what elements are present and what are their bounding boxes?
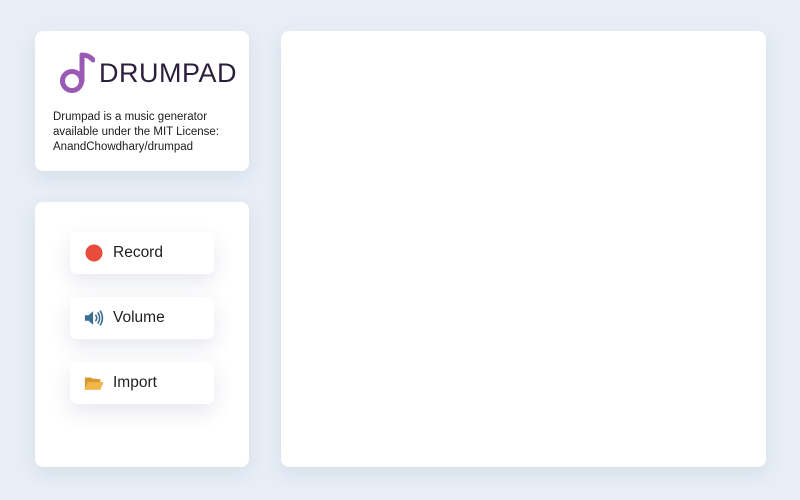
- logo: DRUMPAD: [57, 51, 237, 95]
- description-line: Drumpad is a music generator: [53, 111, 208, 123]
- description: Drumpad is a music generator available u…: [53, 110, 243, 155]
- volume-button[interactable]: Volume: [70, 297, 214, 339]
- open-folder-icon: [84, 373, 104, 393]
- speaker-icon: [84, 308, 104, 328]
- music-note-icon: [60, 52, 95, 93]
- description-line: available under the MIT License:: [53, 126, 219, 138]
- record-button[interactable]: Record: [70, 232, 214, 274]
- import-label: Import: [113, 374, 157, 391]
- repo-link[interactable]: AnandChowdhary/drumpad: [53, 140, 243, 155]
- record-label: Record: [113, 244, 163, 261]
- drumpad-panel[interactable]: [281, 31, 766, 467]
- controls-card: Record Volume Import: [35, 202, 249, 467]
- import-button[interactable]: Import: [70, 362, 214, 404]
- volume-label: Volume: [113, 309, 165, 326]
- logo-text: DRUMPAD: [99, 57, 237, 88]
- record-dot-icon: [84, 243, 104, 263]
- about-card: DRUMPAD Drumpad is a music generator ava…: [35, 31, 249, 171]
